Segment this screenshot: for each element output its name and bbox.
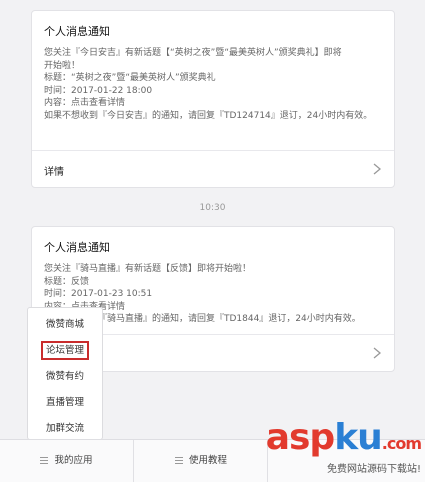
watermark-logo: aspku.com <box>265 417 422 458</box>
message-line: 您关注『骑马直播』有新话题【反馈】即将开始啦！ <box>44 264 252 274</box>
menu-item-forum-admin[interactable]: 论坛管理 <box>28 338 102 364</box>
message-timestamp: 10:30 <box>199 203 226 213</box>
details-label: 详情 <box>44 167 64 178</box>
app-popup-menu: 微赞商城 论坛管理 微赞有约 直播管理 加群交流 <box>27 307 103 440</box>
chevron-right-icon <box>373 163 382 175</box>
chevron-right-icon <box>373 347 382 359</box>
message-body: 您关注『今日安吉』有新话题【“英树之夜”暨“最美英树人”颁奖典礼】即将 开始啦！… <box>44 47 386 122</box>
details-link[interactable]: 详情 <box>32 150 394 187</box>
message-line: 内容：点击查看详情 <box>44 98 126 108</box>
message-title: 个人消息通知 <box>44 241 110 254</box>
message-line: 开始啦！ <box>44 60 81 71</box>
menu-item-mall[interactable]: 微赞商城 <box>28 312 102 338</box>
menu-item-appointment[interactable]: 微赞有约 <box>28 364 102 390</box>
watermark-tagline: 免费网站源码下载站! <box>326 464 421 475</box>
message-line: 如果不想收到『今日安吉』的通知，请回复『TD124714』退订，24小时内有效。 <box>44 110 373 121</box>
menu-lines-icon <box>174 457 183 464</box>
message-card[interactable]: 个人消息通知 您关注『今日安吉』有新话题【“英树之夜”暨“最美英树人”颁奖典礼】… <box>31 10 395 188</box>
site-watermark: aspku.com 免费网站源码下载站! <box>245 417 422 476</box>
tab-my-apps[interactable]: 我的应用 <box>0 440 133 482</box>
message-line: 时间：2017-01-23 10:51 <box>44 289 153 299</box>
message-line: 标题：反馈 <box>44 276 90 287</box>
message-line: 时间：2017-01-22 18:00 <box>44 85 153 96</box>
menu-item-live-admin[interactable]: 直播管理 <box>28 390 102 416</box>
message-title: 个人消息通知 <box>44 25 110 38</box>
message-line: 您关注『今日安吉』有新话题【“英树之夜”暨“最美英树人”颁奖典礼】即将 <box>44 48 342 58</box>
menu-lines-icon <box>40 457 49 464</box>
message-line: 标题：“英树之夜”暨“最美英树人”颁奖典礼 <box>44 73 216 83</box>
